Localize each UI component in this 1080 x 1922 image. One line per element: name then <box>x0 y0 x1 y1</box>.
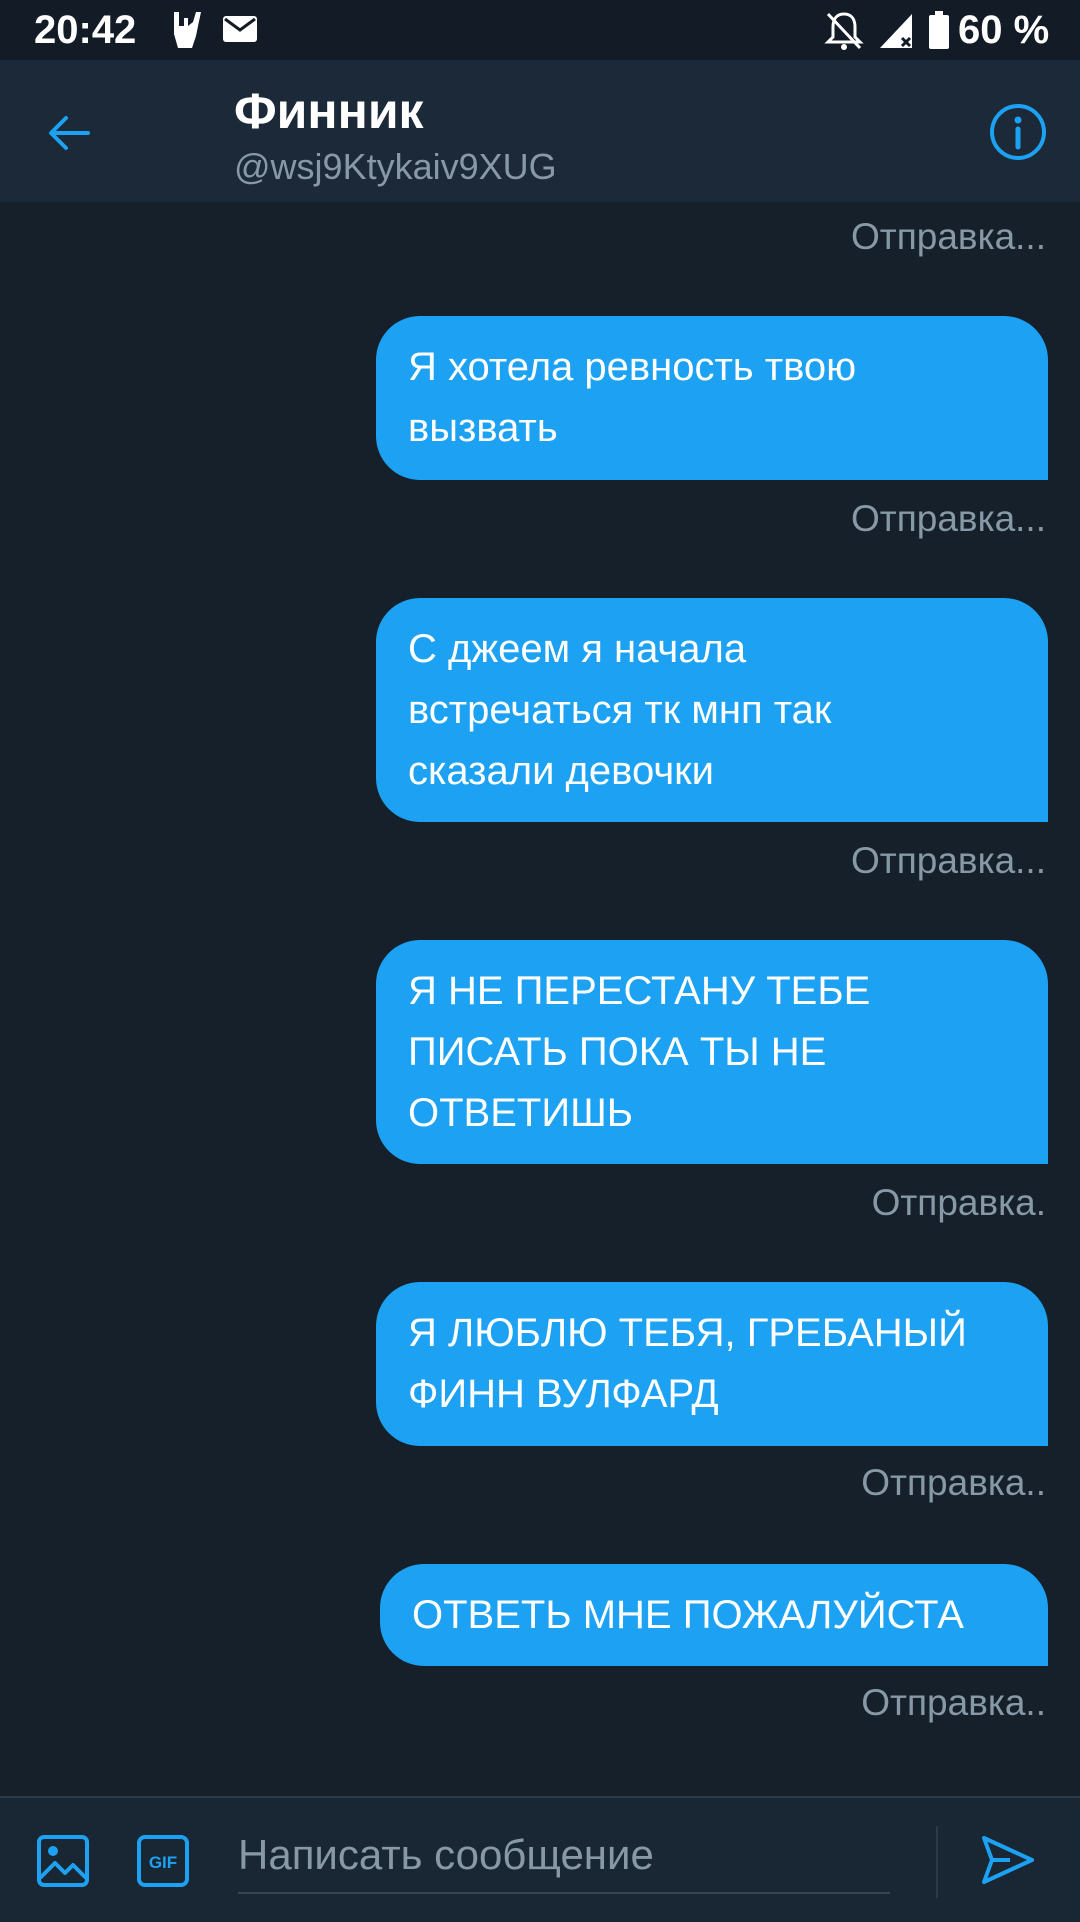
bell-off-icon <box>824 12 864 50</box>
hand-sign-icon <box>174 12 201 48</box>
contact-handle: @wsj9Ktykaiv9XUG <box>234 146 557 187</box>
svg-text:GIF: GIF <box>149 1853 177 1872</box>
contact-name[interactable]: Финник <box>234 82 424 140</box>
message-status: Отправка... <box>851 498 1046 539</box>
composer-divider <box>936 1826 938 1898</box>
message-status: Отправка... <box>851 840 1046 881</box>
message-bubble[interactable]: С джеем я начала встречаться тк мнп так … <box>376 598 1048 822</box>
conversation-header: Финник @wsj9Ktykaiv9XUG <box>0 60 1080 202</box>
message-bubble[interactable]: Я хотела ревность твою вызвать <box>376 316 1048 480</box>
message-composer: GIF <box>0 1796 1080 1922</box>
signal-icon <box>880 14 912 48</box>
status-time: 20:42 <box>34 8 137 52</box>
gif-icon[interactable]: GIF <box>136 1834 190 1888</box>
arrow-left-icon[interactable] <box>44 108 94 158</box>
image-icon[interactable] <box>36 1834 90 1888</box>
battery-icon <box>929 11 949 49</box>
message-bubble[interactable]: Я НЕ ПЕРЕСТАНУ ТЕБЕ ПИСАТЬ ПОКА ТЫ НЕ ОТ… <box>376 940 1048 1164</box>
battery-percent: 60 % <box>958 8 1050 52</box>
message-status: Отправка. <box>871 1182 1046 1223</box>
message-status: Отправка.. <box>861 1682 1046 1723</box>
message-bubble[interactable]: Я ЛЮБЛЮ ТЕБЯ, ГРЕБАНЫЙ ФИНН ВУЛФАРД <box>376 1282 1048 1446</box>
message-input[interactable] <box>238 1818 890 1894</box>
message-status: Отправка.. <box>861 1462 1046 1503</box>
send-icon[interactable] <box>980 1832 1036 1888</box>
message-status: Отправка... <box>851 216 1046 257</box>
message-bubble[interactable]: ОТВЕТЬ МНЕ ПОЖАЛУЙСТА <box>380 1564 1048 1666</box>
mail-icon <box>223 16 257 42</box>
info-icon[interactable] <box>988 102 1048 162</box>
status-bar: 20:42 60 % <box>0 0 1080 60</box>
